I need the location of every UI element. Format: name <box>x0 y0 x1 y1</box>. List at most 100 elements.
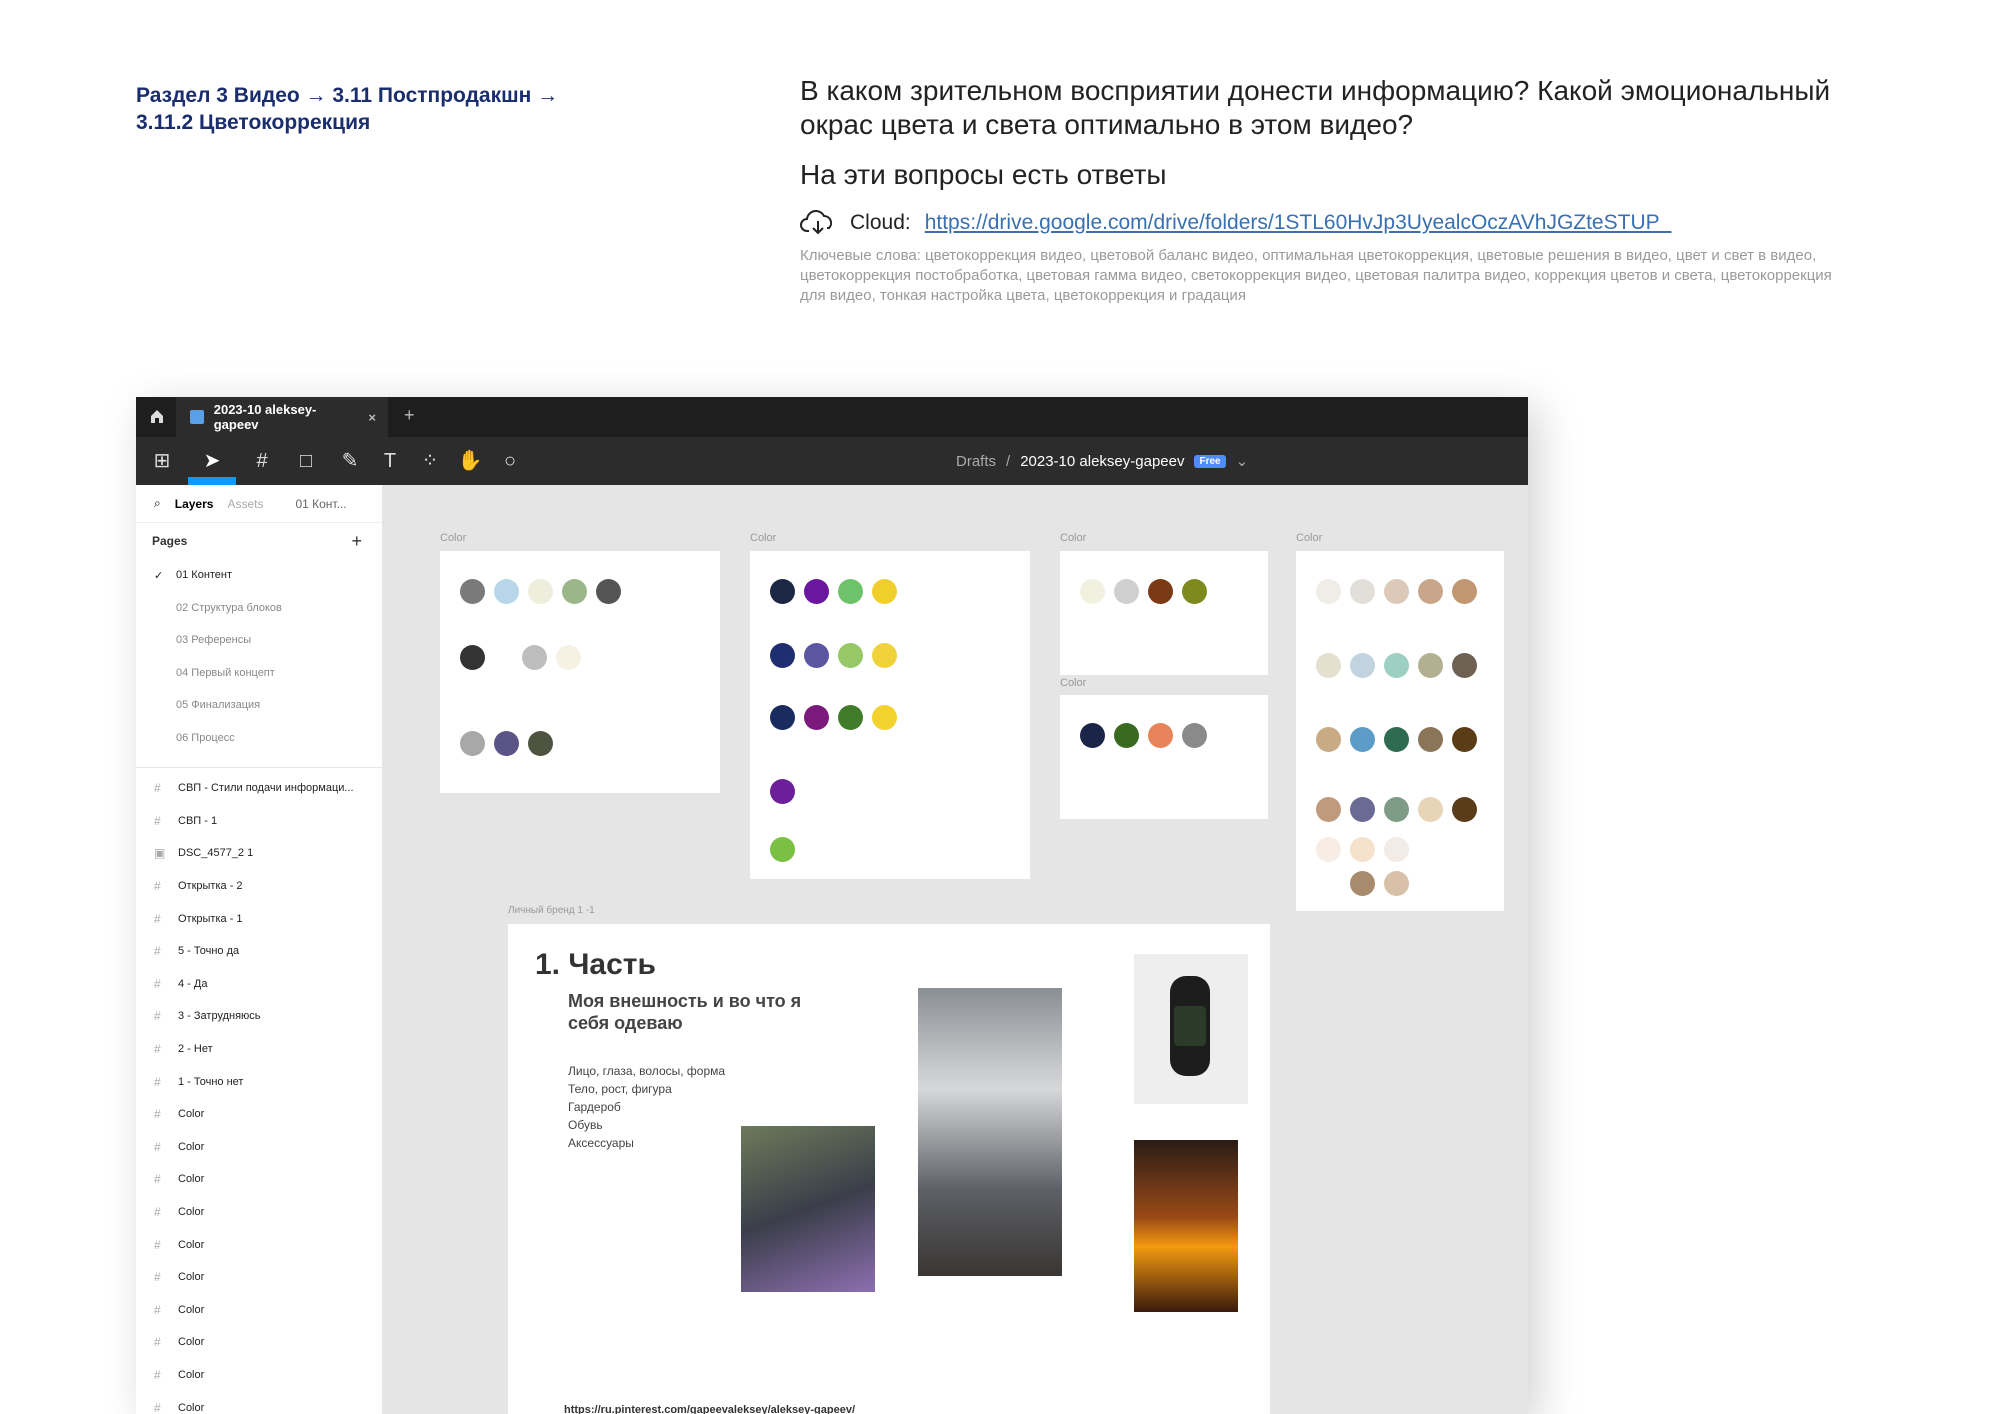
color-swatch[interactable] <box>1384 797 1409 822</box>
layer-item[interactable]: # Color <box>136 1294 382 1327</box>
hand-tool-icon[interactable]: ✋ <box>452 437 488 485</box>
pinterest-url[interactable]: https://ru.pinterest.com/gapeevaleksey/a… <box>564 1404 855 1414</box>
color-swatch[interactable] <box>1316 727 1341 752</box>
layer-item[interactable]: ▣ DSC_4577_2 1 <box>136 837 382 870</box>
color-swatch[interactable] <box>1418 797 1443 822</box>
color-swatch[interactable] <box>494 731 519 756</box>
color-swatch[interactable] <box>1418 727 1443 752</box>
color-swatch[interactable] <box>804 705 829 730</box>
color-swatch[interactable] <box>460 645 485 670</box>
color-swatch[interactable] <box>1350 871 1375 896</box>
color-swatch[interactable] <box>1316 797 1341 822</box>
page-item[interactable]: 03 Референсы <box>136 624 382 657</box>
layer-item[interactable]: # Color <box>136 1359 382 1392</box>
layer-item[interactable]: # Color <box>136 1163 382 1196</box>
layer-item[interactable]: # Color <box>136 1261 382 1294</box>
comment-icon[interactable]: ○ <box>492 437 528 485</box>
color-swatch[interactable] <box>872 643 897 668</box>
color-swatch[interactable] <box>1418 579 1443 604</box>
color-swatch[interactable] <box>1114 579 1139 604</box>
page-item[interactable]: 02 Структура блоков <box>136 592 382 625</box>
color-swatch[interactable] <box>1384 653 1409 678</box>
layer-item[interactable]: #5 - Точно да <box>136 935 382 968</box>
color-swatch[interactable] <box>770 837 795 862</box>
color-swatch[interactable] <box>838 579 863 604</box>
file-name[interactable]: 2023-10 aleksey-gapeev <box>1020 453 1184 470</box>
color-swatch[interactable] <box>1148 579 1173 604</box>
frame-tool-icon[interactable]: # <box>242 437 282 485</box>
layer-item[interactable]: # Color <box>136 1098 382 1131</box>
color-swatch[interactable] <box>770 779 795 804</box>
layer-item[interactable]: # СВП - Стили подачи информаци... <box>136 772 382 805</box>
color-swatch[interactable] <box>1350 579 1375 604</box>
figma-menu-icon[interactable]: ⊞ <box>142 437 182 485</box>
layer-item[interactable]: # СВП - 1 <box>136 805 382 838</box>
text-tool-icon[interactable]: T <box>372 437 408 485</box>
components-icon[interactable]: ⁘ <box>412 437 448 485</box>
color-swatch[interactable] <box>1350 797 1375 822</box>
cloud-link[interactable]: https://drive.google.com/drive/folders/1… <box>925 208 1672 238</box>
layer-item[interactable]: # Открытка - 2 <box>136 870 382 903</box>
color-swatch[interactable] <box>1316 837 1341 862</box>
color-frame-3[interactable] <box>1060 551 1268 675</box>
color-swatch[interactable] <box>1384 871 1409 896</box>
color-swatch[interactable] <box>770 643 795 668</box>
color-swatch[interactable] <box>1418 653 1443 678</box>
layer-item[interactable]: #4 - Да <box>136 968 382 1001</box>
color-swatch[interactable] <box>1350 653 1375 678</box>
layer-item[interactable]: #1 - Точно нет <box>136 1065 382 1098</box>
drafts-link[interactable]: Drafts <box>956 453 996 470</box>
color-frame-4[interactable] <box>1060 695 1268 819</box>
color-swatch[interactable] <box>1182 723 1207 748</box>
layer-item[interactable]: # Открытка - 1 <box>136 902 382 935</box>
color-swatch[interactable] <box>1452 727 1477 752</box>
color-swatch[interactable] <box>460 731 485 756</box>
color-swatch[interactable] <box>460 579 485 604</box>
tab-assets[interactable]: Assets <box>227 497 263 511</box>
color-swatch[interactable] <box>804 579 829 604</box>
color-swatch[interactable] <box>838 643 863 668</box>
layer-item[interactable]: # Color <box>136 1131 382 1164</box>
shape-tool-icon[interactable]: □ <box>286 437 326 485</box>
layer-item[interactable]: # Color <box>136 1228 382 1261</box>
color-swatch[interactable] <box>1350 727 1375 752</box>
color-swatch[interactable] <box>522 645 547 670</box>
color-swatch[interactable] <box>872 705 897 730</box>
add-tab-icon[interactable]: + <box>404 405 415 426</box>
home-icon[interactable] <box>148 407 166 425</box>
layer-item[interactable]: # Color <box>136 1196 382 1229</box>
file-tab[interactable]: 2023-10 aleksey-gapeev × <box>176 397 388 437</box>
color-swatch[interactable] <box>872 579 897 604</box>
color-swatch[interactable] <box>596 579 621 604</box>
color-swatch[interactable] <box>1316 653 1341 678</box>
color-swatch[interactable] <box>1350 837 1375 862</box>
color-swatch[interactable] <box>770 705 795 730</box>
pen-tool-icon[interactable]: ✎ <box>330 437 370 485</box>
page-item[interactable]: 06 Процесс <box>136 722 382 755</box>
color-swatch[interactable] <box>838 705 863 730</box>
color-swatch[interactable] <box>804 643 829 668</box>
layer-item[interactable]: # Color <box>136 1391 382 1414</box>
layer-item[interactable]: #2 - Нет <box>136 1033 382 1066</box>
close-tab-icon[interactable]: × <box>368 410 376 425</box>
color-swatch[interactable] <box>1316 579 1341 604</box>
color-swatch[interactable] <box>1148 723 1173 748</box>
chevron-down-icon[interactable]: ⌄ <box>1236 452 1249 470</box>
tab-layers[interactable]: Layers <box>175 497 214 511</box>
color-swatch[interactable] <box>1452 653 1477 678</box>
add-page-icon[interactable]: + <box>351 531 362 552</box>
color-swatch[interactable] <box>1080 579 1105 604</box>
page-item[interactable]: 05 Финализация <box>136 689 382 722</box>
color-swatch[interactable] <box>770 579 795 604</box>
color-swatch[interactable] <box>562 579 587 604</box>
page-item[interactable]: ✓ 01 Контент <box>136 559 382 592</box>
color-swatch[interactable] <box>494 579 519 604</box>
color-swatch[interactable] <box>1080 723 1105 748</box>
color-swatch[interactable] <box>528 731 553 756</box>
move-tool-icon[interactable]: ➤ <box>188 437 236 485</box>
color-swatch[interactable] <box>1384 727 1409 752</box>
page-item[interactable]: 04 Первый концепт <box>136 657 382 690</box>
color-swatch[interactable] <box>556 645 581 670</box>
search-icon[interactable]: ⌕ <box>154 496 161 511</box>
color-swatch[interactable] <box>1182 579 1207 604</box>
